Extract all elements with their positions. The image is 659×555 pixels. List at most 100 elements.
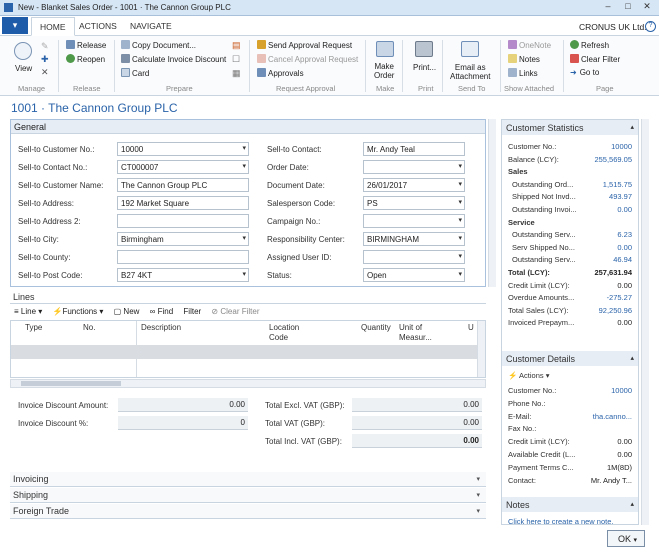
left-field[interactable]: 192 Market Square (117, 196, 249, 210)
right-field-value: Mr. Andy Teal (367, 145, 415, 154)
total-right-label: Total VAT (GBP): (265, 419, 326, 428)
factbox-value[interactable]: 10000 (611, 142, 632, 151)
factbox-value[interactable]: 92,250.96 (599, 306, 632, 315)
total-left-value-text: 0 (240, 418, 245, 427)
find-button[interactable]: ∞ Find (150, 307, 174, 316)
factbox-scrollbar[interactable] (641, 119, 649, 525)
notes-button[interactable]: Notes (508, 54, 540, 64)
col-unit-price[interactable]: U (468, 323, 474, 332)
left-field[interactable]: Birmingham ▾ (117, 232, 249, 246)
company-name[interactable]: CRONUS UK Ltd. (579, 22, 647, 32)
calculate-invoice-discount-button[interactable]: Calculate Invoice Discount (121, 54, 226, 64)
delete-icon[interactable]: ✕ (41, 67, 49, 78)
tab-actions[interactable]: ACTIONS (79, 21, 117, 31)
tab-navigate[interactable]: NAVIGATE (130, 21, 172, 31)
print-button[interactable]: Print... (413, 63, 436, 72)
dimensions-icon[interactable]: ▦ (232, 68, 241, 79)
table-row[interactable] (11, 345, 477, 359)
edit-icon[interactable]: ✎ (41, 41, 49, 52)
card-icon (121, 68, 130, 77)
right-field[interactable]: Mr. Andy Teal (363, 142, 465, 156)
general-header[interactable]: General (11, 120, 485, 134)
right-field[interactable]: Open ▾ (363, 268, 465, 282)
app-menu-button[interactable]: ▾ (2, 17, 28, 34)
clear-filter-button[interactable]: Clear Filter (570, 54, 620, 64)
right-field[interactable]: ▾ (363, 250, 465, 264)
tab-home[interactable]: HOME (31, 17, 75, 36)
col-unit-of-measure[interactable]: Unit of Measur... (399, 323, 441, 343)
card-button[interactable]: Card (121, 68, 149, 78)
restore-button[interactable]: □ (619, 1, 637, 13)
fasttab-foreign-trade[interactable]: Foreign Trade ▾ (10, 504, 486, 519)
go-to-button[interactable]: ➜ Go to (570, 68, 599, 77)
right-field[interactable]: PS ▾ (363, 196, 465, 210)
customer-statistics-header[interactable]: Customer Statistics ▴ (502, 120, 638, 135)
email-as-attachment-button[interactable]: Email as Attachment (450, 63, 490, 81)
factbox-value[interactable]: 1,515.75 (603, 180, 632, 189)
help-icon[interactable]: ? (645, 21, 656, 32)
ribbon-divider (563, 40, 564, 92)
right-field[interactable]: ▾ (363, 160, 465, 174)
comment-icon[interactable]: ☐ (232, 54, 240, 65)
factbox-value[interactable]: 6.23 (617, 230, 632, 239)
minimize-button[interactable]: – (599, 1, 617, 13)
make-order-button[interactable]: Make Order (374, 62, 394, 80)
right-field[interactable]: BIRMINGHAM ▾ (363, 232, 465, 246)
fasttab-shipping[interactable]: Shipping ▾ (10, 488, 486, 503)
new-icon[interactable]: ✚ (41, 54, 49, 65)
main-scrollbar[interactable] (488, 119, 496, 287)
sales-heading: Sales (508, 167, 528, 177)
details-label: E-Mail: (508, 411, 532, 421)
reopen-icon (66, 54, 75, 63)
clear-filter-lines-button[interactable]: ⊘ Clear Filter (211, 307, 259, 316)
factbox-value[interactable]: -275.27 (607, 293, 632, 302)
fasttab-invoicing[interactable]: Invoicing ▾ (10, 472, 486, 487)
create-note-link[interactable]: Click here to create a new note. (508, 517, 613, 526)
view-button[interactable]: View (15, 64, 32, 73)
reopen-button[interactable]: Reopen (66, 54, 105, 64)
send-approval-request-button[interactable]: Send Approval Request (257, 40, 352, 50)
left-field[interactable]: 10000 ▾ (117, 142, 249, 156)
lines-scrollbar[interactable] (477, 321, 485, 377)
cancel-approval-request-button[interactable]: Cancel Approval Request (257, 54, 358, 64)
col-no[interactable]: No. (83, 323, 95, 332)
left-field[interactable] (117, 214, 249, 228)
document-icon[interactable]: ▤ (232, 40, 241, 51)
filter-button[interactable]: Filter (183, 307, 201, 316)
left-field[interactable]: The Cannon Group PLC (117, 178, 249, 192)
col-location-code[interactable]: Location Code (269, 323, 314, 343)
hscroll-thumb[interactable] (21, 381, 121, 386)
new-doc-icon: ▢ (113, 307, 124, 316)
factbox-value[interactable]: 0.00 (617, 205, 632, 214)
functions-menu[interactable]: ⚡Functions ▾ (53, 307, 104, 316)
ok-button[interactable]: OK ▾ (607, 530, 645, 547)
new-line-button[interactable]: ▢ New (114, 307, 140, 316)
col-type[interactable]: Type (25, 323, 42, 332)
factbox-value[interactable]: 255,569.05 (594, 155, 632, 164)
line-menu[interactable]: ≡ Line ▾ (14, 307, 42, 316)
col-description[interactable]: Description (141, 323, 181, 332)
notes-header[interactable]: Notes ▴ (502, 497, 638, 512)
lines-hscrollbar[interactable] (10, 379, 486, 388)
release-button[interactable]: Release (66, 40, 106, 50)
right-field[interactable]: 26/01/2017 ▾ (363, 178, 465, 192)
factbox-value[interactable]: 493.97 (609, 192, 632, 201)
factbox-value[interactable]: 46.94 (613, 255, 632, 264)
factbox-value[interactable]: 0.00 (617, 243, 632, 252)
details-value[interactable]: tha.canno... (593, 412, 632, 421)
left-field[interactable]: B27 4KT ▾ (117, 268, 249, 282)
details-label: Credit Limit (LCY): (508, 437, 570, 447)
close-button[interactable]: ✕ (638, 1, 656, 13)
right-field[interactable]: ▾ (363, 214, 465, 228)
col-quantity[interactable]: Quantity (361, 323, 391, 332)
approvals-button[interactable]: Approvals (257, 68, 304, 78)
onenote-button[interactable]: OneNote (508, 40, 551, 50)
customer-details-header[interactable]: Customer Details ▴ (502, 351, 638, 366)
links-button[interactable]: Links (508, 68, 538, 78)
left-field[interactable]: CT000007 ▾ (117, 160, 249, 174)
details-actions-menu[interactable]: ⚡ Actions ▾ (508, 371, 549, 380)
copy-document-button[interactable]: Copy Document... (121, 40, 196, 50)
details-value[interactable]: 10000 (611, 386, 632, 395)
left-field[interactable] (117, 250, 249, 264)
refresh-button[interactable]: Refresh (570, 40, 609, 50)
